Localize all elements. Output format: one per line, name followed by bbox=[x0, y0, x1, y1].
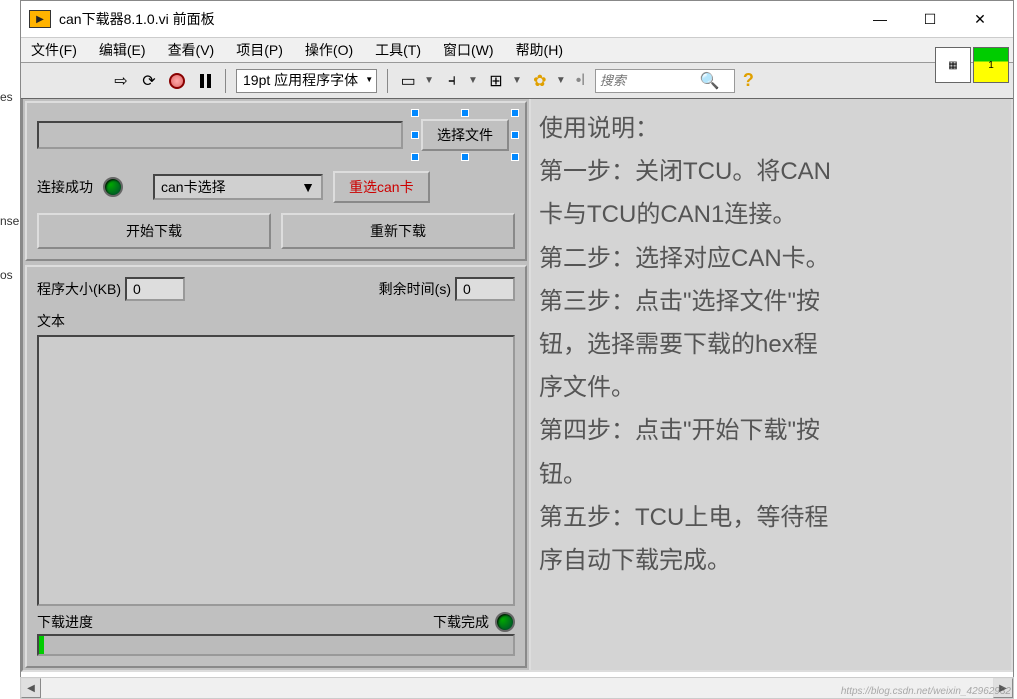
menu-operate[interactable]: 操作(O) bbox=[301, 38, 357, 62]
watermark: https://blog.csdn.net/weixin_42962932 bbox=[841, 686, 1011, 697]
grid-icon[interactable]: ▦ bbox=[935, 47, 971, 83]
instruction-line: 第四步：点击"开始下载"按 bbox=[539, 409, 1003, 452]
instruction-line: 钮，选择需要下载的hex程 bbox=[539, 323, 1003, 366]
minimize-button[interactable]: — bbox=[855, 1, 905, 37]
menu-edit[interactable]: 编辑(E) bbox=[95, 38, 150, 62]
window-title: can下载器8.1.0.vi 前面板 bbox=[59, 9, 855, 29]
instruction-line: 卡与TCU的CAN1连接。 bbox=[539, 193, 1003, 236]
remaining-time-value: 0 bbox=[455, 277, 515, 301]
log-textarea[interactable] bbox=[37, 335, 515, 606]
file-path-input[interactable] bbox=[37, 121, 403, 149]
instruction-line: 第五步：TCU上电，等待程 bbox=[539, 496, 1003, 539]
file-panel: 选择文件 连接成功 can卡选择▼ 重选can卡 开始下载 重新下载 bbox=[25, 101, 527, 261]
stop-button[interactable] bbox=[167, 71, 187, 91]
remaining-time-label: 剩余时间(s) bbox=[379, 279, 451, 299]
instructions-title: 使用说明： bbox=[539, 107, 1003, 150]
reorder-icon[interactable]: ✿ bbox=[530, 71, 550, 91]
can-card-dropdown[interactable]: can卡选择▼ bbox=[153, 174, 323, 200]
instruction-line: 第二步：选择对应CAN卡。 bbox=[539, 237, 1003, 280]
instruction-line: 序自动下载完成。 bbox=[539, 539, 1003, 582]
menu-view[interactable]: 查看(V) bbox=[164, 38, 219, 62]
instruction-line: 第一步：关闭TCU。将CAN bbox=[539, 150, 1003, 193]
restart-download-button[interactable]: 重新下载 bbox=[281, 213, 515, 249]
menubar: 文件(F) 编辑(E) 查看(V) 项目(P) 操作(O) 工具(T) 窗口(W… bbox=[21, 37, 1013, 63]
start-download-button[interactable]: 开始下载 bbox=[37, 213, 271, 249]
progress-label: 下载进度 bbox=[37, 612, 93, 632]
program-size-label: 程序大小(KB) bbox=[37, 279, 121, 299]
distribute-icon[interactable]: ⫞ bbox=[442, 71, 462, 91]
titlebar: can下载器8.1.0.vi 前面板 — ☐ ✕ bbox=[21, 1, 1013, 37]
reselect-can-button[interactable]: 重选can卡 bbox=[333, 171, 430, 203]
font-selector[interactable]: 19pt 应用程序字体 bbox=[236, 69, 377, 93]
instruction-line: 钮。 bbox=[539, 453, 1003, 496]
menu-window[interactable]: 窗口(W) bbox=[439, 38, 498, 62]
connect-label: 连接成功 bbox=[37, 177, 93, 197]
connect-led bbox=[103, 177, 123, 197]
select-file-button[interactable]: 选择文件 bbox=[421, 119, 509, 151]
instruction-line: 第三步：点击"选择文件"按 bbox=[539, 280, 1003, 323]
run-continuous-button[interactable]: ⟳ bbox=[139, 71, 159, 91]
menu-tools[interactable]: 工具(T) bbox=[371, 38, 425, 62]
menu-project[interactable]: 项目(P) bbox=[232, 38, 287, 62]
search-box[interactable]: 🔍 bbox=[595, 69, 735, 93]
vi-icon[interactable]: 1 bbox=[973, 47, 1009, 83]
text-label: 文本 bbox=[37, 311, 515, 331]
labview-window: can下载器8.1.0.vi 前面板 — ☐ ✕ 文件(F) 编辑(E) 查看(… bbox=[20, 0, 1014, 695]
instruction-line: 序文件。 bbox=[539, 366, 1003, 409]
app-icon bbox=[29, 10, 51, 28]
program-size-value: 0 bbox=[125, 277, 185, 301]
truncated-text: os bbox=[0, 268, 18, 282]
left-panel: 选择文件 连接成功 can卡选择▼ 重选can卡 开始下载 重新下载 bbox=[21, 99, 531, 672]
select-file-button-selection: 选择文件 bbox=[415, 113, 515, 157]
truncated-text: nse bbox=[0, 214, 18, 228]
maximize-button[interactable]: ☐ bbox=[905, 1, 955, 37]
done-label: 下载完成 bbox=[433, 612, 489, 632]
search-icon[interactable]: 🔍 bbox=[700, 71, 720, 91]
toolbar: ⇨ ⟳ 19pt 应用程序字体 ▭▼ ⫞▼ ⊞▼ ✿▼ •l 🔍 ? bbox=[21, 63, 1013, 99]
align-icon[interactable]: ▭ bbox=[398, 71, 418, 91]
help-icon[interactable]: ? bbox=[743, 70, 754, 91]
pause-button[interactable] bbox=[195, 71, 215, 91]
progress-fill bbox=[39, 636, 44, 654]
done-led bbox=[495, 612, 515, 632]
menu-help[interactable]: 帮助(H) bbox=[512, 38, 567, 62]
instructions-panel: 使用说明： 第一步：关闭TCU。将CAN 卡与TCU的CAN1连接。 第二步：选… bbox=[531, 99, 1013, 672]
scroll-left-arrow[interactable]: ◀ bbox=[21, 678, 41, 698]
menu-file[interactable]: 文件(F) bbox=[27, 38, 81, 62]
status-panel: 程序大小(KB) 0 剩余时间(s) 0 文本 下载进度 下载完成 bbox=[25, 265, 527, 668]
resize-icon[interactable]: ⊞ bbox=[486, 71, 506, 91]
close-button[interactable]: ✕ bbox=[955, 1, 1005, 37]
run-button[interactable]: ⇨ bbox=[111, 71, 131, 91]
truncated-text: es bbox=[0, 90, 18, 104]
progress-bar bbox=[37, 634, 515, 656]
search-input[interactable] bbox=[600, 73, 700, 88]
